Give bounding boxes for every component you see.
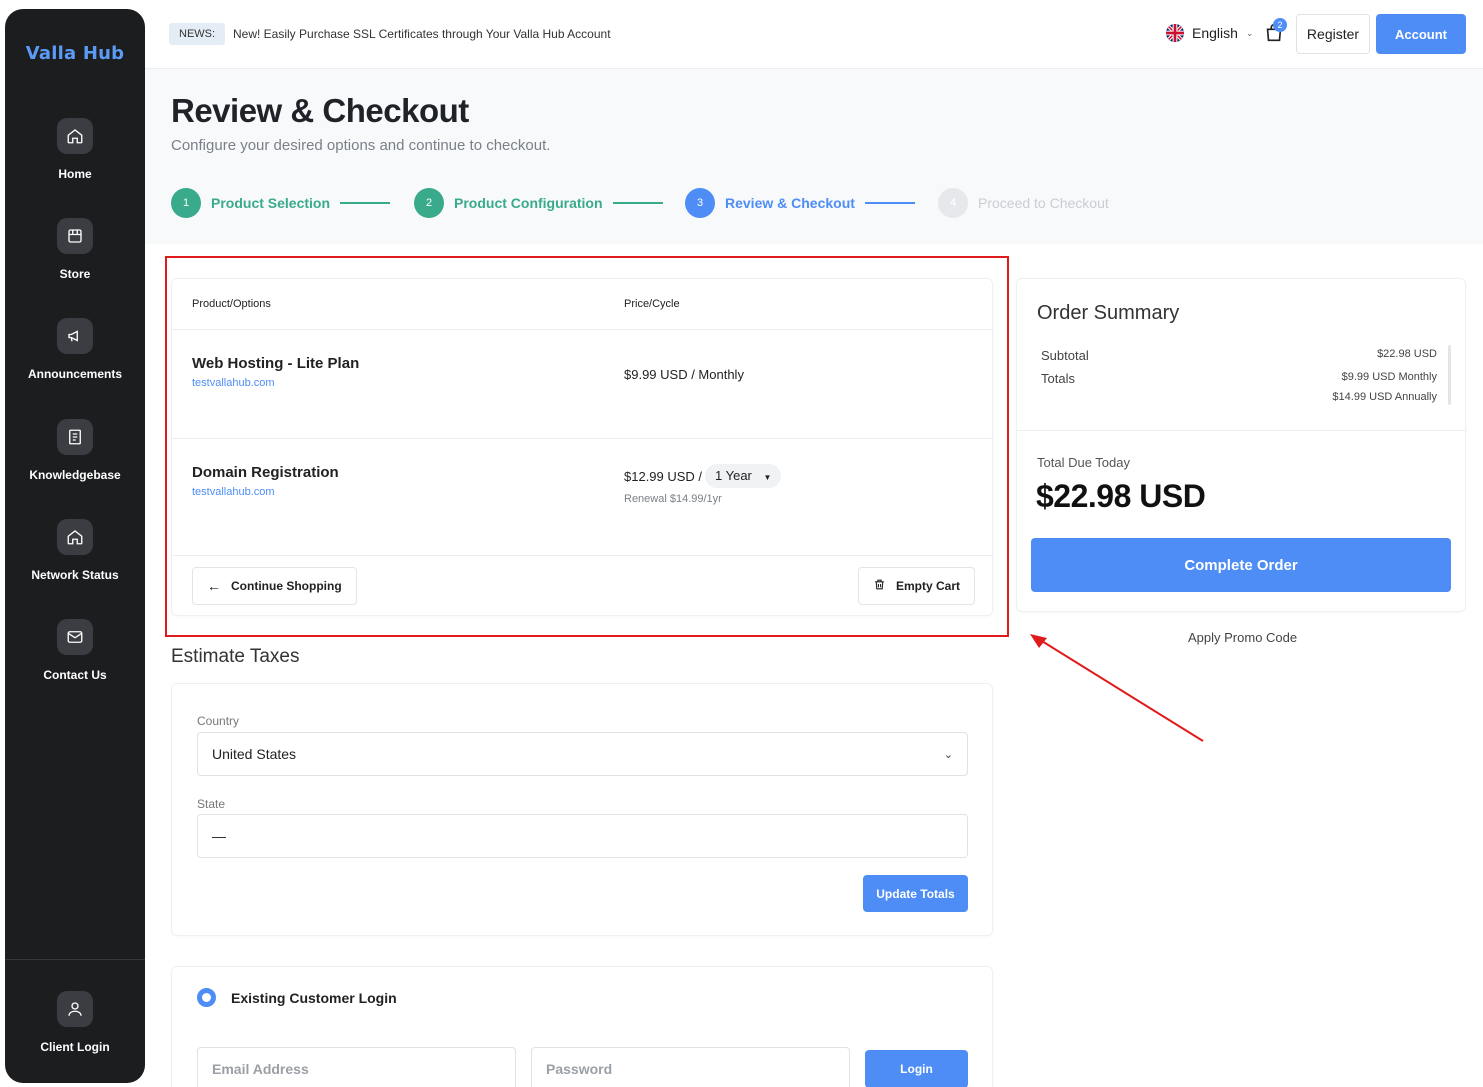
step-label: Product Selection bbox=[211, 195, 331, 211]
language-label: English bbox=[1192, 25, 1238, 41]
apply-promo-code-link[interactable]: Apply Promo Code bbox=[1188, 630, 1297, 645]
email-placeholder: Email Address bbox=[212, 1061, 309, 1077]
step-label: Review & Checkout bbox=[725, 195, 855, 211]
step-connector bbox=[864, 202, 915, 204]
state-select[interactable]: — bbox=[197, 814, 968, 858]
step-product-selection[interactable]: 1 Product Selection bbox=[171, 188, 391, 218]
annotation-arrow bbox=[1030, 634, 1204, 742]
language-selector[interactable]: English ⌄ bbox=[1166, 24, 1253, 42]
store-icon bbox=[57, 218, 93, 254]
divider bbox=[1017, 430, 1467, 431]
sidebar-item-label: Contact Us bbox=[43, 668, 107, 682]
scrollbar[interactable] bbox=[1448, 345, 1451, 405]
mail-icon bbox=[57, 619, 93, 655]
account-button[interactable]: Account bbox=[1376, 14, 1466, 54]
step-label: Product Configuration bbox=[454, 195, 603, 211]
sidebar-item-home[interactable]: Home bbox=[5, 118, 145, 181]
step-product-configuration[interactable]: 2 Product Configuration bbox=[414, 188, 663, 218]
sidebar-item-store[interactable]: Store bbox=[5, 218, 145, 281]
step-proceed-to-checkout: 4 Proceed to Checkout bbox=[938, 188, 1109, 218]
sidebar-divider bbox=[5, 959, 145, 960]
megaphone-icon bbox=[57, 318, 93, 354]
sidebar-item-contact-us[interactable]: Contact Us bbox=[5, 619, 145, 682]
home-icon bbox=[57, 118, 93, 154]
existing-customer-login-label[interactable]: Existing Customer Login bbox=[231, 990, 397, 1006]
order-summary-title: Order Summary bbox=[1037, 302, 1180, 324]
user-icon bbox=[57, 991, 93, 1027]
login-radio[interactable] bbox=[197, 988, 216, 1007]
sidebar-item-network-status[interactable]: Network Status bbox=[5, 519, 145, 582]
sidebar-item-label: Network Status bbox=[31, 568, 119, 582]
uk-flag-icon bbox=[1166, 24, 1184, 42]
country-value: United States bbox=[212, 746, 297, 762]
login-button[interactable]: Login bbox=[865, 1050, 968, 1087]
totals-label: Totals bbox=[1041, 371, 1075, 386]
cart-count-badge: 2 bbox=[1273, 18, 1287, 32]
step-number: 4 bbox=[938, 188, 968, 218]
sidebar-item-label: Knowledgebase bbox=[29, 468, 121, 482]
step-label: Proceed to Checkout bbox=[978, 195, 1109, 211]
login-card: Existing Customer Login Email Address Pa… bbox=[171, 966, 993, 1087]
sidebar-item-knowledgebase[interactable]: Knowledgebase bbox=[5, 419, 145, 482]
estimate-taxes-title: Estimate Taxes bbox=[171, 646, 300, 667]
estimate-taxes-card: Country United States ⌄ State — Update T… bbox=[171, 683, 993, 936]
total-due-label: Total Due Today bbox=[1037, 455, 1130, 470]
password-field[interactable]: Password bbox=[531, 1047, 850, 1087]
total-due-amount: $22.98 USD bbox=[1036, 478, 1206, 514]
password-placeholder: Password bbox=[546, 1061, 613, 1077]
update-totals-button[interactable]: Update Totals bbox=[863, 875, 968, 912]
sidebar: Valla Hub Home Store Announcements Knowl… bbox=[5, 9, 145, 1083]
home-icon bbox=[57, 519, 93, 555]
news-badge: NEWS: bbox=[169, 23, 226, 45]
book-icon bbox=[57, 419, 93, 455]
step-number: 2 bbox=[414, 188, 444, 218]
sidebar-item-label: Client Login bbox=[40, 1040, 110, 1054]
chevron-down-icon: ⌄ bbox=[943, 748, 953, 761]
email-field[interactable]: Email Address bbox=[197, 1047, 516, 1087]
page-subtitle: Configure your desired options and conti… bbox=[171, 137, 551, 154]
sidebar-item-label: Announcements bbox=[27, 367, 122, 381]
step-connector bbox=[612, 202, 663, 204]
chevron-down-icon: ⌄ bbox=[1245, 27, 1254, 38]
step-connector bbox=[340, 202, 391, 204]
sidebar-item-client-login[interactable]: Client Login bbox=[5, 991, 145, 1054]
state-value: — bbox=[212, 828, 226, 844]
totals-monthly: $9.99 USD Monthly bbox=[1341, 371, 1437, 383]
sidebar-item-label: Store bbox=[59, 267, 91, 281]
country-select[interactable]: United States ⌄ bbox=[197, 732, 968, 776]
topbar: NEWS: New! Easily Purchase SSL Certifica… bbox=[145, 0, 1483, 69]
step-number: 3 bbox=[685, 188, 715, 218]
register-button[interactable]: Register bbox=[1296, 14, 1370, 54]
step-review-checkout: 3 Review & Checkout bbox=[685, 188, 915, 218]
page-title: Review & Checkout bbox=[171, 92, 469, 129]
brand-logo[interactable]: Valla Hub bbox=[5, 43, 145, 64]
sidebar-item-announcements[interactable]: Announcements bbox=[5, 318, 145, 381]
complete-order-button[interactable]: Complete Order bbox=[1031, 538, 1451, 592]
subtotal-label: Subtotal bbox=[1041, 348, 1089, 363]
totals-annually: $14.99 USD Annually bbox=[1332, 391, 1437, 403]
country-label: Country bbox=[197, 714, 240, 728]
highlight-box bbox=[165, 256, 1009, 637]
state-label: State bbox=[197, 797, 226, 811]
sidebar-item-label: Home bbox=[58, 167, 92, 181]
step-number: 1 bbox=[171, 188, 201, 218]
subtotal-value: $22.98 USD bbox=[1377, 348, 1437, 360]
news-text[interactable]: New! Easily Purchase SSL Certificates th… bbox=[233, 27, 611, 41]
